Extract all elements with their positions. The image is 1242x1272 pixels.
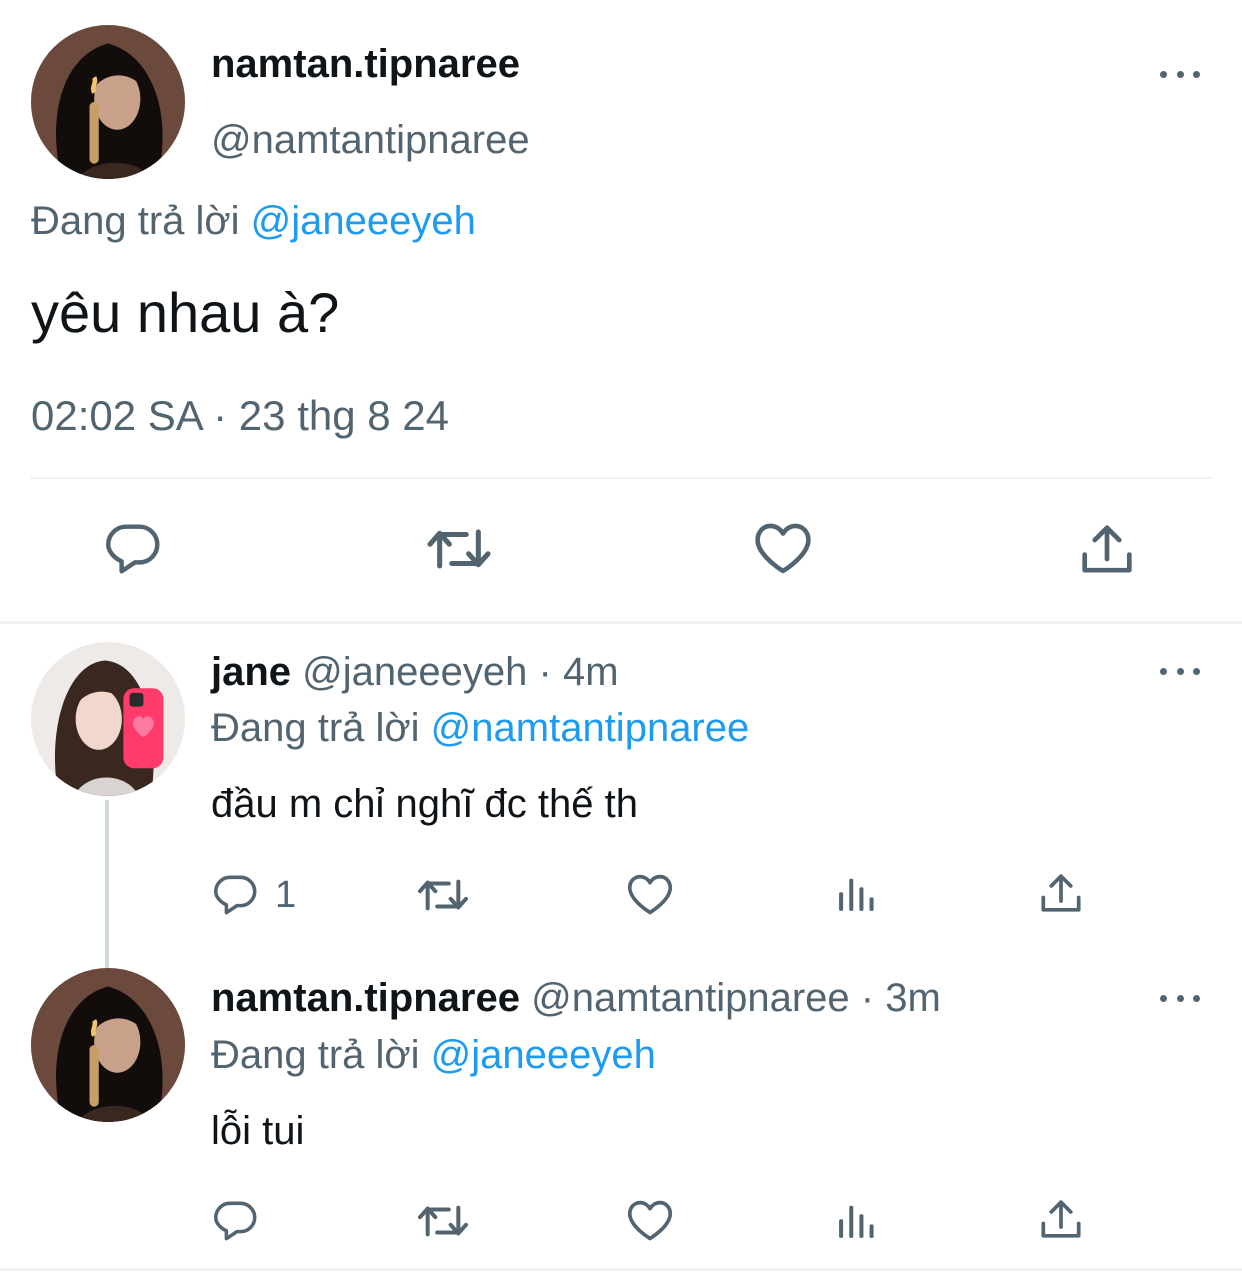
display-name[interactable]: namtan.tipnaree	[211, 42, 520, 87]
reply-to-link[interactable]: @janeeeyeh	[251, 199, 476, 243]
tweet-text: đầu m chỉ nghĩ đc thế th	[211, 782, 638, 826]
reply-context: Đang trả lời @janeeeyeh	[211, 1033, 656, 1078]
relative-time[interactable]: · 3m	[861, 976, 941, 1020]
tweet-text: yêu nhau à?	[31, 281, 340, 344]
like-icon[interactable]	[626, 1198, 674, 1244]
section-divider	[0, 1268, 1242, 1271]
more-icon[interactable]	[1160, 67, 1200, 81]
tweet-text: lỗi tui	[211, 1109, 305, 1153]
more-icon[interactable]	[1160, 664, 1200, 678]
avatar[interactable]	[31, 968, 185, 1122]
reply-header: namtan.tipnaree @namtantipnaree · 3m	[211, 976, 941, 1021]
reply-icon[interactable]	[214, 872, 260, 918]
timestamp[interactable]: 02:02 SA · 23 thg 8 24	[31, 392, 449, 440]
reply-context: Đang trả lời @namtantipnaree	[211, 706, 749, 751]
reply-prefix: Đang trả lời	[211, 1033, 420, 1077]
display-name[interactable]: jane	[211, 650, 291, 694]
display-name[interactable]: namtan.tipnaree	[211, 976, 520, 1020]
handle[interactable]: @namtantipnaree	[211, 118, 530, 163]
share-icon[interactable]	[1038, 1196, 1084, 1242]
views-icon[interactable]	[834, 1199, 878, 1243]
divider	[30, 477, 1212, 479]
reply-icon[interactable]	[106, 520, 164, 578]
relative-time[interactable]: · 4m	[539, 650, 619, 694]
reply-prefix: Đang trả lời	[31, 199, 240, 243]
reply-prefix: Đang trả lời	[211, 706, 420, 750]
handle[interactable]: @namtantipnaree	[531, 976, 850, 1020]
retweet-icon[interactable]	[416, 872, 470, 918]
share-icon[interactable]	[1078, 520, 1136, 578]
reply-context: Đang trả lời @janeeeyeh	[31, 199, 476, 244]
reply-count: 1	[275, 874, 297, 916]
avatar[interactable]	[31, 642, 185, 796]
views-icon[interactable]	[834, 872, 878, 916]
reply-header: jane @janeeeyeh · 4m	[211, 650, 619, 695]
like-icon[interactable]	[626, 872, 674, 918]
reply-icon[interactable]	[214, 1198, 260, 1244]
handle[interactable]: @janeeeyeh	[302, 650, 527, 694]
retweet-icon[interactable]	[426, 520, 492, 578]
share-icon[interactable]	[1038, 870, 1084, 916]
retweet-icon[interactable]	[416, 1198, 470, 1244]
like-icon[interactable]	[753, 520, 813, 578]
avatar[interactable]	[31, 25, 185, 179]
thread-line	[105, 800, 109, 968]
reply-to-link[interactable]: @janeeeyeh	[431, 1033, 656, 1077]
section-divider	[0, 621, 1242, 624]
more-icon[interactable]	[1160, 991, 1200, 1005]
reply-to-link[interactable]: @namtantipnaree	[431, 706, 750, 750]
